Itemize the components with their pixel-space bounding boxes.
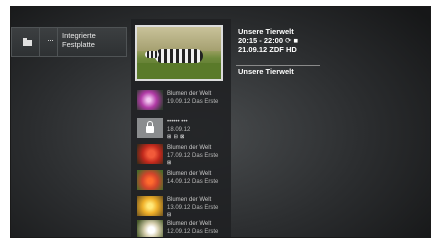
recording-title: Blumen der Welt [167,171,212,177]
folder-icon [23,38,32,46]
recording-title: •••••• ••• [167,119,188,125]
recordings-column: Blumen der Welt 19.09.12 Das Erste •••••… [131,19,233,237]
info-divider [236,65,320,66]
selected-recording-thumbnail[interactable] [135,25,223,81]
recording-item[interactable]: Blumen der Welt 14.09.12 Das Erste [137,169,233,193]
recording-title: Blumen der Welt [167,91,212,97]
repeat-icon: ⟳ ■ [285,36,299,45]
recording-title: Blumen der Welt [167,145,212,151]
program-footer-title: Unsere Tierwelt [238,67,294,76]
folder-tile[interactable] [11,27,41,57]
recording-date-channel: 17.09.12 Das Erste [167,153,219,159]
zebra-image [155,49,203,63]
recording-thumbnail [137,196,163,216]
recording-flags: ⊟ [167,212,172,218]
storage-tile-label-line2: Festplatte [62,40,95,49]
program-date-channel: 21.09.12 ZDF HD [238,45,297,54]
recording-title: Blumen der Welt [167,221,212,227]
recording-item[interactable]: Blumen der Welt 17.09.12 Das Erste ⊞ [137,143,233,167]
recording-item[interactable]: •••••• ••• 18.09.12 ⊞ ⊟ ⊠ [137,117,233,141]
recording-date-channel: 18.09.12 [167,127,191,133]
storage-tile-label-line1: Integrierte [62,31,96,40]
recording-date-channel: 19.09.12 Das Erste [167,99,219,105]
recording-thumbnail [137,220,163,237]
program-title: Unsere Tierwelt [238,27,294,36]
internal-harddisk-tile[interactable]: Integrierte Festplatte [57,27,127,57]
recording-item[interactable]: Blumen der Welt 19.09.12 Das Erste [137,89,233,113]
recording-flags: ⊞ [167,160,172,166]
lock-icon [146,121,154,133]
recording-item[interactable]: Blumen der Welt 12.09.12 Das Erste [137,219,233,237]
recording-date-channel: 13.09.12 Das Erste [167,205,219,211]
recording-date-channel: 14.09.12 Das Erste [167,179,219,185]
recording-thumbnail [137,90,163,110]
recording-thumbnail [137,144,163,164]
tv-screen: ··· Integrierte Festplatte Blumen der We… [10,6,431,238]
recording-title: Blumen der Welt [167,197,212,203]
recording-thumbnail [137,170,163,190]
recording-flags: ⊞ ⊟ ⊠ [167,134,185,140]
recording-date-channel: 12.09.12 Das Erste [167,229,219,235]
recording-item[interactable]: Blumen der Welt 13.09.12 Das Erste ⊟ [137,195,233,219]
recording-thumbnail [137,118,163,138]
recording-info-panel: Unsere Tierwelt 20:15 - 22:00 ⟳ ■ 21.09.… [238,27,318,54]
program-time: 20:15 - 22:00 [238,36,284,45]
